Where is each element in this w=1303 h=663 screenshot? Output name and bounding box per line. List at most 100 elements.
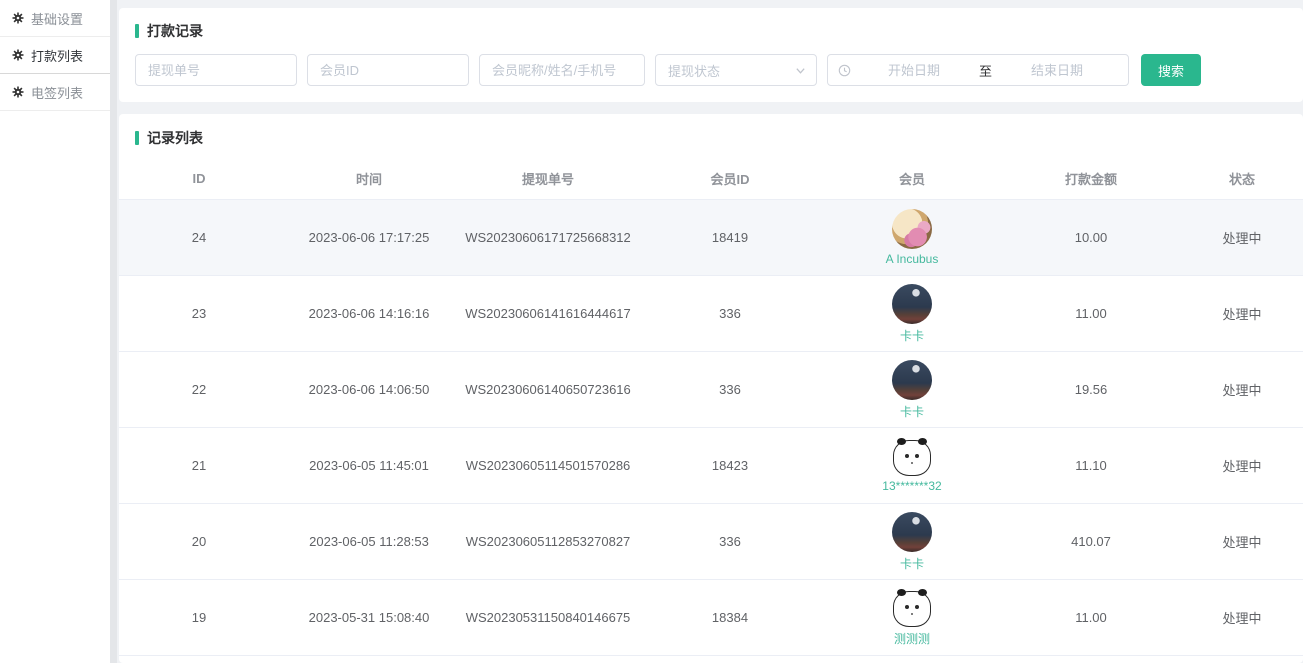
cell-id: 20 [119, 504, 279, 580]
status-text: 处理中 [1181, 352, 1303, 428]
member-avatar [893, 440, 931, 476]
app-root: 基础设置 打款列表 [0, 0, 1303, 663]
filter-card-title: 打款记录 [135, 21, 1287, 41]
col-header-amount: 打款金额 [1001, 158, 1181, 200]
cell-id: 19 [119, 580, 279, 656]
status-text: 处理中 [1181, 200, 1303, 276]
table-row: 20 2023-06-05 11:28:53 WS202306051128532… [119, 504, 1303, 580]
member-name-link[interactable]: 卡卡 [900, 327, 924, 344]
col-header-member: 会员 [823, 158, 1001, 200]
gear-icon [12, 12, 24, 24]
status-text: 处理中 [1181, 580, 1303, 656]
title-accent-bar [135, 24, 139, 38]
cell-order-no: WS20230605112853270827 [459, 504, 637, 580]
cell-amount: 10.00 [1001, 200, 1181, 276]
withdraw-status-select[interactable]: 提现状态 [655, 54, 817, 86]
sidebar-item-basic-settings[interactable]: 基础设置 [0, 0, 110, 37]
col-header-member-id: 会员ID [637, 158, 823, 200]
date-range-separator: 至 [977, 61, 994, 80]
cell-time: 2023-05-31 15:08:40 [279, 580, 459, 656]
clock-icon [838, 64, 851, 77]
cell-amount: 410.07 [1001, 504, 1181, 580]
gear-icon [12, 49, 24, 61]
main-content: 打款记录 提现状态 至 [117, 0, 1303, 663]
cell-id: 23 [119, 276, 279, 352]
record-list-card: 记录列表 ID 时间 提现单号 会员ID 会员 打款金额 状态 [119, 114, 1303, 663]
sidebar-item-label: 电签列表 [31, 83, 83, 102]
member-name-link[interactable]: 卡卡 [900, 555, 924, 572]
cell-id: 24 [119, 200, 279, 276]
col-header-order-no: 提现单号 [459, 158, 637, 200]
cell-order-no: WS20230606141616444617 [459, 276, 637, 352]
col-header-id: ID [119, 158, 279, 200]
cell-id: 21 [119, 428, 279, 504]
record-list-title: 记录列表 [119, 128, 1303, 148]
table-row: 23 2023-06-06 14:16:16 WS202306061416164… [119, 276, 1303, 352]
section-title: 记录列表 [147, 128, 203, 148]
end-date-input[interactable] [996, 62, 1118, 79]
member-name-link[interactable]: A Incubus [886, 252, 939, 266]
cell-member-id: 336 [637, 276, 823, 352]
sidebar-item-esign-list[interactable]: 电签列表 [0, 74, 110, 111]
cell-order-no: WS20230531150840146675 [459, 580, 637, 656]
search-button[interactable]: 搜索 [1141, 54, 1201, 86]
cell-member: 13*******32 [823, 428, 1001, 504]
member-name-input[interactable] [479, 54, 645, 86]
member-avatar [892, 209, 932, 249]
status-text: 处理中 [1181, 428, 1303, 504]
filter-row: 提现状态 至 搜索 [135, 54, 1287, 86]
chevron-down-icon [795, 65, 806, 76]
member-avatar [892, 512, 932, 552]
member-name-link[interactable]: 13*******32 [882, 479, 941, 493]
sidebar-divider [110, 0, 117, 663]
cell-order-no: WS20230606140650723616 [459, 352, 637, 428]
status-text: 处理中 [1181, 504, 1303, 580]
col-header-status: 状态 [1181, 158, 1303, 200]
cell-order-no: WS20230605114501570286 [459, 428, 637, 504]
member-avatar [892, 360, 932, 400]
member-avatar [892, 284, 932, 324]
cell-amount: 11.00 [1001, 580, 1181, 656]
sidebar: 基础设置 打款列表 [0, 0, 110, 663]
cell-time: 2023-06-06 14:06:50 [279, 352, 459, 428]
cell-amount: 11.10 [1001, 428, 1181, 504]
cell-id: 22 [119, 352, 279, 428]
date-range-picker[interactable]: 至 [827, 54, 1129, 86]
record-table-body: 24 2023-06-06 17:17:25 WS202306061717256… [119, 200, 1303, 656]
table-row: 19 2023-05-31 15:08:40 WS202305311508401… [119, 580, 1303, 656]
cell-member-id: 18384 [637, 580, 823, 656]
member-name-link[interactable]: 测测测 [894, 630, 930, 647]
cell-amount: 11.00 [1001, 276, 1181, 352]
member-avatar [893, 591, 931, 627]
records-table: ID 时间 提现单号 会员ID 会员 打款金额 状态 24 2023-06-06… [119, 158, 1303, 656]
cell-member-id: 18423 [637, 428, 823, 504]
cell-member: 测测测 [823, 580, 1001, 656]
cell-member-id: 18419 [637, 200, 823, 276]
cell-time: 2023-06-05 11:28:53 [279, 504, 459, 580]
sidebar-item-label: 基础设置 [31, 9, 83, 28]
cell-member: 卡卡 [823, 352, 1001, 428]
member-name-link[interactable]: 卡卡 [900, 403, 924, 420]
sidebar-item-payment-list[interactable]: 打款列表 [0, 37, 110, 74]
cell-order-no: WS20230606171725668312 [459, 200, 637, 276]
page-title: 打款记录 [147, 21, 203, 41]
cell-member: A Incubus [823, 200, 1001, 276]
filter-card: 打款记录 提现状态 至 [119, 8, 1303, 102]
member-id-input[interactable] [307, 54, 469, 86]
cell-member-id: 336 [637, 352, 823, 428]
gear-icon [12, 86, 24, 98]
cell-amount: 19.56 [1001, 352, 1181, 428]
cell-time: 2023-06-06 14:16:16 [279, 276, 459, 352]
title-accent-bar [135, 131, 139, 145]
withdraw-order-input[interactable] [135, 54, 297, 86]
table-header-row: ID 时间 提现单号 会员ID 会员 打款金额 状态 [119, 158, 1303, 200]
pagination: 1 2 [119, 656, 1303, 663]
select-placeholder: 提现状态 [668, 61, 720, 80]
table-row: 21 2023-06-05 11:45:01 WS202306051145015… [119, 428, 1303, 504]
cell-member: 卡卡 [823, 276, 1001, 352]
col-header-time: 时间 [279, 158, 459, 200]
cell-member-id: 336 [637, 504, 823, 580]
table-row: 22 2023-06-06 14:06:50 WS202306061406507… [119, 352, 1303, 428]
start-date-input[interactable] [853, 62, 975, 79]
cell-time: 2023-06-06 17:17:25 [279, 200, 459, 276]
